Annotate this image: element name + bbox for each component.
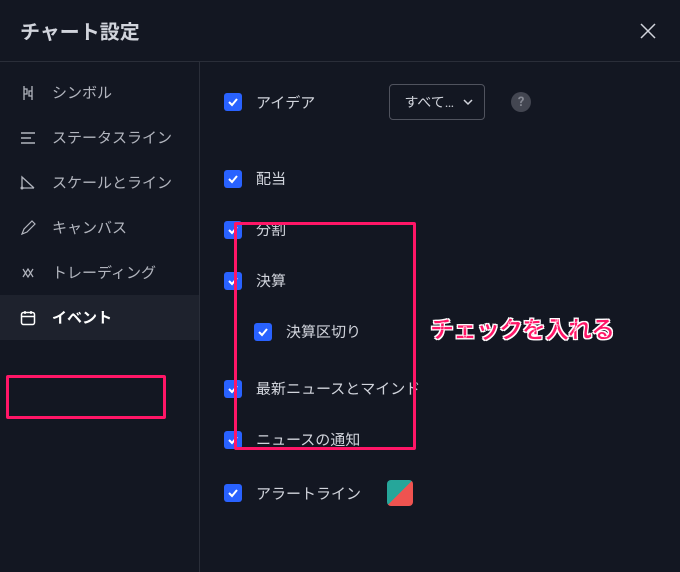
option-alert-line: アラートライン [224, 480, 656, 506]
calendar-icon [18, 308, 38, 328]
checkbox-dividends[interactable] [224, 170, 242, 188]
ideas-dropdown[interactable]: すべて… [389, 84, 485, 120]
lines-icon [18, 128, 38, 148]
sidebar-item-symbol[interactable]: シンボル [0, 70, 199, 115]
chevron-down-icon [462, 96, 474, 108]
option-splits: 分割 [224, 219, 656, 240]
sidebar-item-scales[interactable]: スケールとライン [0, 160, 199, 205]
pencil-icon [18, 218, 38, 238]
option-label: ニュースの通知 [256, 429, 360, 450]
scales-icon [18, 173, 38, 193]
checkbox-news-mind[interactable] [224, 380, 242, 398]
check-icon [227, 487, 239, 499]
checkbox-earnings-break[interactable] [254, 323, 272, 341]
check-icon [227, 173, 239, 185]
help-icon[interactable]: ? [511, 92, 531, 112]
sidebar-item-events[interactable]: イベント [0, 295, 199, 340]
option-label: 決算 [256, 270, 286, 291]
option-label: 決算区切り [286, 321, 361, 342]
option-earnings: 決算 [224, 270, 656, 291]
option-label: 分割 [256, 219, 286, 240]
sidebar-item-label: スケールとライン [52, 172, 172, 193]
sidebar-item-canvas[interactable]: キャンバス [0, 205, 199, 250]
option-dividends: 配当 [224, 168, 656, 189]
option-label: 配当 [256, 168, 286, 189]
sidebar-item-trading[interactable]: トレーディング [0, 250, 199, 295]
sidebar-item-statusline[interactable]: ステータスライン [0, 115, 199, 160]
option-news-mind: 最新ニュースとマインド [224, 378, 656, 399]
dialog-header: チャート設定 [0, 0, 680, 62]
close-icon [639, 22, 657, 40]
check-icon [227, 224, 239, 236]
checkbox-splits[interactable] [224, 221, 242, 239]
check-icon [257, 326, 269, 338]
option-news-notif: ニュースの通知 [224, 429, 656, 450]
settings-sidebar: シンボル ステータスライン スケールとライン キャンバス トレーディング [0, 62, 200, 572]
sidebar-item-label: イベント [52, 307, 112, 328]
option-earnings-break: 決算区切り [224, 321, 656, 342]
dropdown-value: すべて… [404, 92, 454, 112]
option-label: アラートライン [256, 483, 361, 504]
candlestick-icon [18, 83, 38, 103]
close-button[interactable] [636, 19, 660, 43]
sidebar-item-label: キャンバス [52, 217, 127, 238]
check-icon [227, 96, 239, 108]
dialog-title: チャート設定 [20, 16, 140, 45]
sidebar-item-label: ステータスライン [52, 127, 172, 148]
option-label: アイデア [256, 92, 315, 113]
settings-content: アイデア すべて… ? 配当 分割 決算 [200, 62, 680, 572]
checkbox-earnings[interactable] [224, 272, 242, 290]
option-ideas: アイデア すべて… ? [224, 84, 656, 120]
sidebar-item-label: トレーディング [52, 262, 156, 283]
checkbox-alert-line[interactable] [224, 484, 242, 502]
arrows-icon [18, 263, 38, 283]
checkbox-news-notif[interactable] [224, 431, 242, 449]
sidebar-item-label: シンボル [52, 82, 112, 103]
checkbox-ideas[interactable] [224, 93, 242, 111]
check-icon [227, 434, 239, 446]
check-icon [227, 383, 239, 395]
check-icon [227, 275, 239, 287]
option-label: 最新ニュースとマインド [256, 378, 420, 399]
alert-color-swatch[interactable] [387, 480, 413, 506]
